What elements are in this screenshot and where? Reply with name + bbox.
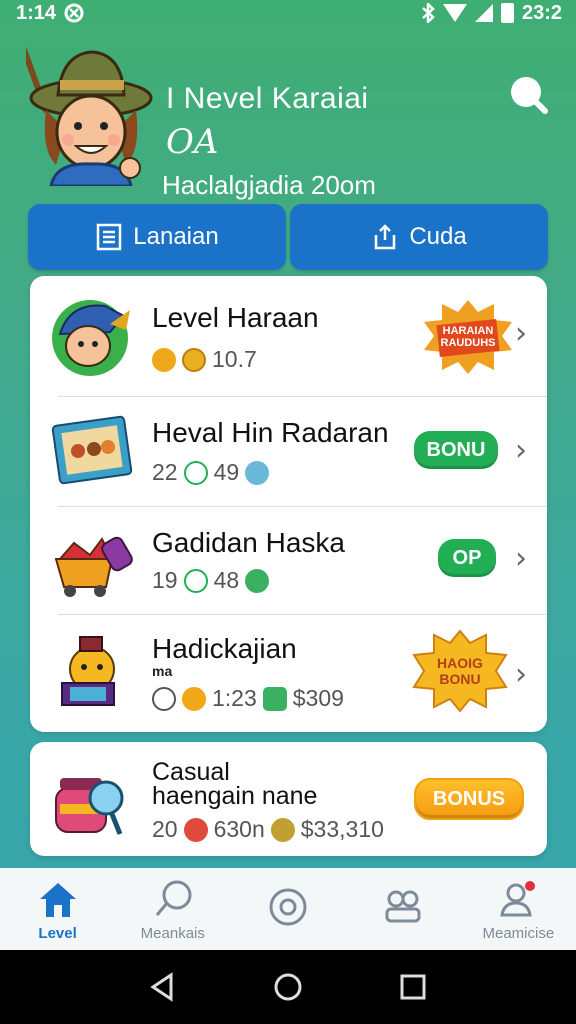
list-item[interactable]: Gadidan Haska 19 48 OP › <box>30 507 547 613</box>
level-list-card: Level Haraan 10.7 HARAIAN RAUDUHS › Heva… <box>30 276 547 732</box>
chevron-right-icon: › <box>515 657 527 692</box>
op-button[interactable]: OP <box>438 539 496 577</box>
profile-title: I Nevel Karaiai <box>166 82 369 115</box>
signal-icon <box>474 4 493 22</box>
nav-disc[interactable] <box>233 885 343 933</box>
coin-icon <box>182 686 206 711</box>
nav-level[interactable]: Level <box>3 877 113 942</box>
system-nav-bar <box>0 950 576 1024</box>
nav-meankais[interactable]: Meankais <box>118 877 228 942</box>
item-meta-value: 48 <box>213 567 240 593</box>
tab-label: Cuda <box>409 223 467 250</box>
status-bar: 1:14 23:2 <box>0 0 576 26</box>
jar-magnifier-icon <box>55 778 124 835</box>
item-meta: 22 49 <box>152 459 270 486</box>
recents-icon[interactable] <box>397 971 429 1003</box>
list-item[interactable]: Heval Hin Radaran 22 49 BONU › <box>30 397 547 505</box>
item-title: Heval Hin Radaran <box>152 417 389 448</box>
coin-icon <box>152 347 176 372</box>
card-meta: 20 630n $33,310 <box>152 816 384 842</box>
item-subtitle: ma <box>152 663 173 679</box>
casual-game-card[interactable]: Casual haengain nane 20 630n $33,310 BON… <box>30 742 547 856</box>
bonus-starburst-text: HARAIAN RAUDUHS <box>440 325 496 349</box>
nav-meamicise[interactable]: Meamicise <box>463 877 573 942</box>
list-icon <box>97 223 122 251</box>
chevron-right-icon: › <box>515 316 527 351</box>
avatar[interactable] <box>26 40 156 186</box>
treasure-cart-icon <box>54 536 133 597</box>
profile-subtitle: Haclalgjadia 20om <box>162 170 376 200</box>
disc-icon <box>269 888 307 926</box>
item-title: Gadidan Haska <box>152 527 346 558</box>
bottom-nav: Level Meankais Meamicise <box>0 868 576 950</box>
item-meta: 1:23 $309 <box>152 685 344 712</box>
battery-icon <box>500 3 514 23</box>
tab-cuda[interactable]: Cuda <box>290 204 548 270</box>
item-meta: 19 48 <box>152 567 270 594</box>
search-icon[interactable] <box>508 74 548 114</box>
bonus-button[interactable]: BONU <box>414 431 498 469</box>
back-icon[interactable] <box>147 971 179 1003</box>
tab-bar: Lanaian Cuda <box>28 204 548 270</box>
home-icon <box>39 882 76 917</box>
leaf-icon <box>270 817 295 842</box>
profile-header: I Nevel Karaiai OA Haclalgjadia 20om <box>0 26 576 200</box>
tab-lanaian[interactable]: Lanaian <box>28 204 286 270</box>
user-icon <box>245 460 270 485</box>
photo-frame-icon <box>51 415 133 485</box>
list-item[interactable]: Hadickajian ma 1:23 $309 HAOIG BONU › <box>30 615 547 732</box>
gear-icon <box>182 347 206 372</box>
profile-badge: OA <box>166 122 219 162</box>
cash-icon <box>262 686 287 711</box>
chat-icon <box>155 880 192 916</box>
gem-icon <box>183 817 208 842</box>
bluetooth-icon <box>422 3 435 23</box>
item-meta: 10.7 <box>152 346 257 373</box>
bonus-button[interactable]: BONUS <box>414 778 524 820</box>
tab-label: Lanaian <box>133 223 219 250</box>
home-circle-icon[interactable] <box>272 971 304 1003</box>
nav-people[interactable] <box>348 885 458 933</box>
wifi-icon <box>442 4 467 22</box>
clock-icon <box>183 460 208 485</box>
item-meta-value: 49 <box>213 459 240 485</box>
item-meta-value: 10.7 <box>212 346 257 372</box>
notification-icon <box>64 3 84 23</box>
share-icon <box>375 224 396 250</box>
card-title: Casual haengain nane <box>152 758 318 810</box>
item-title: Hadickajian <box>152 633 297 664</box>
people-icon <box>385 890 421 923</box>
clock-icon <box>183 568 208 593</box>
item-meta-value: 1:23 <box>212 685 257 711</box>
status-clock: 23:2 <box>521 1 562 24</box>
chevron-right-icon: › <box>515 433 527 468</box>
item-meta-value: 19 <box>152 567 178 593</box>
bonus-starburst-text: HAOIG BONU <box>437 655 483 687</box>
robot-character-icon <box>61 636 115 706</box>
knight-helmet-icon <box>52 300 130 376</box>
status-time: 1:14 <box>16 1 57 24</box>
item-title: Level Haraan <box>152 302 319 333</box>
link-icon <box>245 568 270 593</box>
chevron-right-icon: › <box>515 541 527 576</box>
list-item[interactable]: Level Haraan 10.7 HARAIAN RAUDUHS › <box>30 276 547 396</box>
clock-icon <box>152 686 176 711</box>
user-settings-icon <box>500 880 536 916</box>
item-meta-value: $309 <box>292 685 344 711</box>
item-meta-value: 22 <box>152 459 178 485</box>
